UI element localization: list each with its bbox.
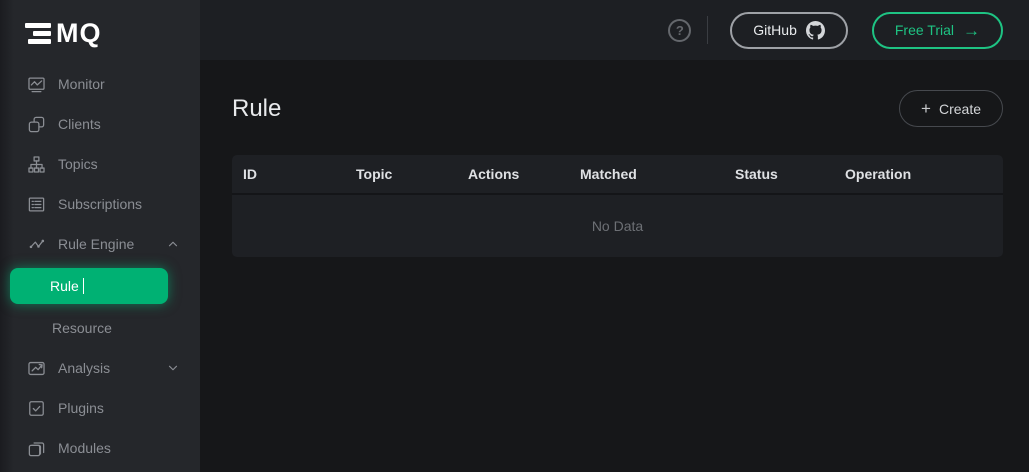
plugins-icon — [27, 399, 46, 418]
sidebar: MQ Monitor Clients Topics — [0, 0, 200, 472]
sidebar-item-subscriptions[interactable]: Subscriptions — [0, 184, 200, 224]
sidebar-item-label: Subscriptions — [58, 196, 142, 212]
plus-icon: + — [921, 100, 931, 117]
subscriptions-icon — [27, 195, 46, 214]
analysis-icon — [27, 359, 46, 378]
sidebar-item-analysis[interactable]: Analysis — [0, 348, 200, 388]
sidebar-item-rule[interactable]: Rule — [10, 268, 168, 304]
chevron-up-icon — [166, 237, 180, 254]
github-button-label: GitHub — [753, 22, 797, 38]
rule-engine-icon — [27, 235, 46, 254]
sidebar-item-label: Clients — [58, 116, 101, 132]
emq-logo-text: MQ — [56, 20, 102, 47]
sidebar-item-monitor[interactable]: Monitor — [0, 64, 200, 104]
topbar-divider — [707, 16, 708, 44]
create-button-label: Create — [939, 101, 981, 117]
arrow-right-icon: → — [963, 22, 980, 39]
monitor-icon — [27, 75, 46, 94]
sidebar-item-label: Resource — [52, 320, 112, 336]
free-trial-label: Free Trial — [895, 22, 954, 38]
github-button[interactable]: GitHub — [730, 12, 848, 49]
emqx-dashboard: MQ Monitor Clients Topics — [0, 0, 1029, 472]
sidebar-item-label: Monitor — [58, 76, 105, 92]
text-cursor — [83, 278, 84, 294]
column-header-matched: Matched — [569, 166, 724, 182]
sidebar-item-label: Modules — [58, 440, 111, 456]
sidebar-item-clients[interactable]: Clients — [0, 104, 200, 144]
sidebar-item-plugins[interactable]: Plugins — [0, 388, 200, 428]
sidebar-item-resource[interactable]: Resource — [0, 308, 200, 348]
clients-icon — [27, 115, 46, 134]
emq-logo-e-mark — [25, 23, 51, 44]
help-icon[interactable]: ? — [668, 19, 691, 42]
help-question-mark: ? — [676, 23, 684, 38]
sidebar-item-label: Analysis — [58, 360, 110, 376]
free-trial-button[interactable]: Free Trial → — [872, 12, 1003, 49]
page-title: Rule — [232, 95, 281, 123]
rules-table: ID Topic Actions Matched Status Operatio… — [232, 155, 1003, 257]
topics-icon — [27, 155, 46, 174]
github-icon — [806, 21, 825, 40]
table-empty-state: No Data — [232, 195, 1003, 257]
column-header-actions: Actions — [457, 166, 569, 182]
table-header-row: ID Topic Actions Matched Status Operatio… — [232, 155, 1003, 195]
chevron-down-icon — [166, 361, 180, 378]
sidebar-item-label: Rule — [50, 278, 79, 294]
content-header: Rule + Create — [200, 60, 1029, 127]
sidebar-item-topics[interactable]: Topics — [0, 144, 200, 184]
sidebar-item-rule-engine[interactable]: Rule Engine — [0, 224, 200, 264]
column-header-status: Status — [724, 166, 834, 182]
sidebar-item-label: Plugins — [58, 400, 104, 416]
sidebar-item-label: Topics — [58, 156, 98, 172]
topbar: ? GitHub Free Trial → — [200, 0, 1029, 60]
create-button[interactable]: + Create — [899, 90, 1003, 127]
emq-logo[interactable]: MQ — [25, 16, 200, 50]
sidebar-menu: Monitor Clients Topics Subscriptions — [0, 64, 200, 468]
column-header-operation: Operation — [834, 166, 1003, 182]
modules-icon — [27, 439, 46, 458]
main-content: Rule + Create ID Topic Actions Matched S… — [200, 60, 1029, 472]
sidebar-item-label: Rule Engine — [58, 236, 134, 252]
column-header-topic: Topic — [345, 166, 457, 182]
column-header-id: ID — [232, 166, 345, 182]
sidebar-item-modules[interactable]: Modules — [0, 428, 200, 468]
